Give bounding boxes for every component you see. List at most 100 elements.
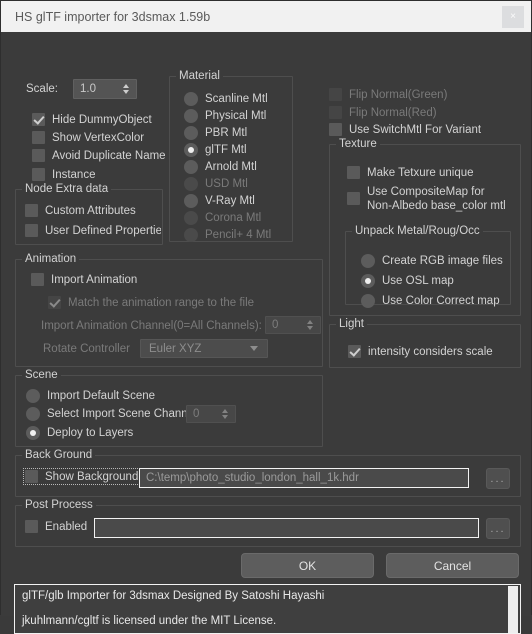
close-icon[interactable]: ×	[502, 5, 524, 28]
radio-import-default-scene[interactable]: Import Default Scene	[26, 389, 155, 403]
checkbox-box	[25, 470, 38, 483]
radio-dot	[184, 211, 198, 225]
group-caption: Texture	[336, 138, 380, 150]
checkbox-box	[329, 88, 342, 101]
checkbox-label-line1: Use CompositeMap for	[367, 186, 485, 198]
radio-dot	[184, 160, 198, 174]
radio-dot	[361, 274, 375, 288]
checkbox-label: Import Animation	[51, 273, 138, 286]
log-scrollbar-thumb[interactable]	[508, 586, 518, 633]
checkbox-box	[25, 520, 38, 533]
checkbox-custom-attributes[interactable]: Custom Attributes	[25, 204, 136, 217]
checkbox-show-vertexcolor[interactable]: Show VertexColor	[32, 131, 144, 144]
checkbox-use-switchmtl-for-variant[interactable]: Use SwitchMtl For Variant	[329, 123, 481, 136]
radio-label: Pencil+ 4 Mtl	[205, 229, 272, 241]
radio-physical-mtl[interactable]: Physical Mtl	[184, 109, 266, 123]
background-path-input[interactable]: C:\temp\photo_studio_london_hall_1k.hdr	[139, 468, 469, 488]
checkbox-avoid-duplicate-name[interactable]: Avoid Duplicate Name	[32, 149, 166, 162]
group-caption: Scene	[22, 369, 61, 381]
import-animation-channel-label: Import Animation Channel(0=All Channels)…	[41, 320, 262, 332]
radio-vray-mtl[interactable]: V-Ray Mtl	[184, 194, 255, 208]
checkbox-label: Use SwitchMtl For Variant	[349, 123, 482, 136]
group-caption: Back Ground	[22, 449, 96, 461]
checkbox-post-process-enabled[interactable]: Enabled	[25, 520, 87, 533]
radio-dot	[26, 407, 40, 421]
scale-value: 1.0	[80, 83, 96, 95]
radio-dot	[184, 126, 198, 140]
radio-gltf-mtl[interactable]: glTF Mtl	[184, 143, 247, 157]
checkbox-instance[interactable]: Instance	[32, 168, 95, 181]
spinner-arrows-icon[interactable]	[119, 84, 136, 94]
scale-label: Scale:	[26, 83, 58, 95]
radio-dot	[184, 92, 198, 106]
checkbox-label: Flip Normal(Red)	[349, 106, 437, 119]
radio-select-import-scene-channel[interactable]: Select Import Scene Channel	[26, 407, 197, 421]
group-caption: Post Process	[22, 499, 96, 511]
channel-value: 0	[272, 319, 279, 331]
checkbox-use-compositemap[interactable]: Use CompositeMap for Non-Albedo base_col…	[347, 185, 506, 213]
checkbox-box	[347, 166, 360, 179]
checkbox-box	[48, 296, 61, 309]
window-title: HS glTF importer for 3dsmax 1.59b	[15, 9, 211, 24]
background-path-value: C:\temp\photo_studio_london_hall_1k.hdr	[146, 472, 359, 484]
checkbox-label: Match the animation range to the file	[68, 296, 255, 309]
group-caption: Unpack Metal/Roug/Occ	[352, 225, 483, 237]
checkbox-intensity-considers-scale[interactable]: intensity considers scale	[348, 345, 493, 358]
checkbox-match-animation-range: Match the animation range to the file	[48, 296, 254, 309]
radio-label: Import Default Scene	[47, 390, 156, 402]
radio-label: Scanline Mtl	[205, 93, 268, 105]
checkbox-show-background[interactable]: Show Background	[22, 468, 141, 485]
radio-pencil4-mtl: Pencil+ 4 Mtl	[184, 228, 271, 242]
post-process-path-input[interactable]	[94, 518, 479, 538]
radio-label: Physical Mtl	[205, 110, 267, 122]
radio-label: Corona Mtl	[205, 212, 262, 224]
radio-label: Create RGB image files	[382, 255, 503, 267]
gltf-importer-dialog: HS glTF importer for 3dsmax 1.59b × Scal…	[0, 0, 532, 634]
post-process-browse-button[interactable]: ...	[486, 518, 510, 539]
rotate-controller-value: Euler XYZ	[149, 342, 202, 355]
checkbox-hide-dummyobject[interactable]: Hide DummyObject	[32, 113, 152, 126]
checkbox-label: Show Background	[45, 470, 139, 483]
checkbox-label: intensity considers scale	[368, 345, 493, 358]
radio-label: Use Color Correct map	[382, 295, 500, 307]
scale-spinner[interactable]: 1.0	[73, 79, 137, 99]
log-console[interactable]: glTF/glb Importer for 3dsmax Designed By…	[14, 584, 521, 634]
radio-deploy-to-layers[interactable]: Deploy to Layers	[26, 426, 133, 440]
group-caption: Material	[176, 70, 223, 82]
checkbox-box	[329, 123, 342, 136]
background-browse-button[interactable]: ...	[486, 468, 510, 489]
radio-arnold-mtl[interactable]: Arnold Mtl	[184, 160, 257, 174]
checkbox-box	[25, 204, 38, 217]
radio-use-color-correct-map[interactable]: Use Color Correct map	[361, 294, 500, 308]
radio-create-rgb-image-files[interactable]: Create RGB image files	[361, 254, 503, 268]
scene-channel-value: 0	[193, 408, 200, 420]
radio-label: Arnold Mtl	[205, 161, 257, 173]
radio-label: USD Mtl	[205, 178, 248, 190]
radio-dot	[184, 109, 198, 123]
cancel-button[interactable]: Cancel	[386, 553, 519, 578]
log-scrollbar[interactable]	[506, 586, 519, 633]
checkbox-import-animation[interactable]: Import Animation	[31, 273, 137, 286]
rotate-controller-label: Rotate Controller	[43, 343, 130, 355]
group-caption: Animation	[22, 253, 80, 265]
radio-use-osl-map[interactable]: Use OSL map	[361, 274, 454, 288]
checkbox-label: Custom Attributes	[45, 204, 136, 217]
checkbox-label: User Defined Properties	[45, 224, 161, 237]
checkbox-make-texture-unique[interactable]: Make Tetxure unique	[347, 166, 474, 179]
radio-pbr-mtl[interactable]: PBR Mtl	[184, 126, 247, 140]
checkbox-user-defined-properties[interactable]: User Defined Properties	[25, 224, 161, 237]
radio-scanline-mtl[interactable]: Scanline Mtl	[184, 92, 268, 106]
checkbox-box	[32, 131, 45, 144]
checkbox-box	[32, 149, 45, 162]
dialog-body: Scale: 1.0 Hide DummyObject Show VertexC…	[1, 32, 531, 634]
ok-button[interactable]: OK	[241, 553, 374, 578]
checkbox-flip-normal-green: Flip Normal(Green)	[329, 88, 447, 101]
spinner-arrows-icon	[218, 409, 235, 419]
checkbox-box	[25, 224, 38, 237]
checkbox-label: Make Tetxure unique	[367, 166, 474, 179]
radio-dot	[184, 143, 198, 157]
radio-dot	[361, 294, 375, 308]
radio-label: Select Import Scene Channel	[47, 408, 197, 420]
checkbox-label: Hide DummyObject	[52, 113, 152, 126]
import-animation-channel-spinner: 0	[265, 316, 321, 334]
